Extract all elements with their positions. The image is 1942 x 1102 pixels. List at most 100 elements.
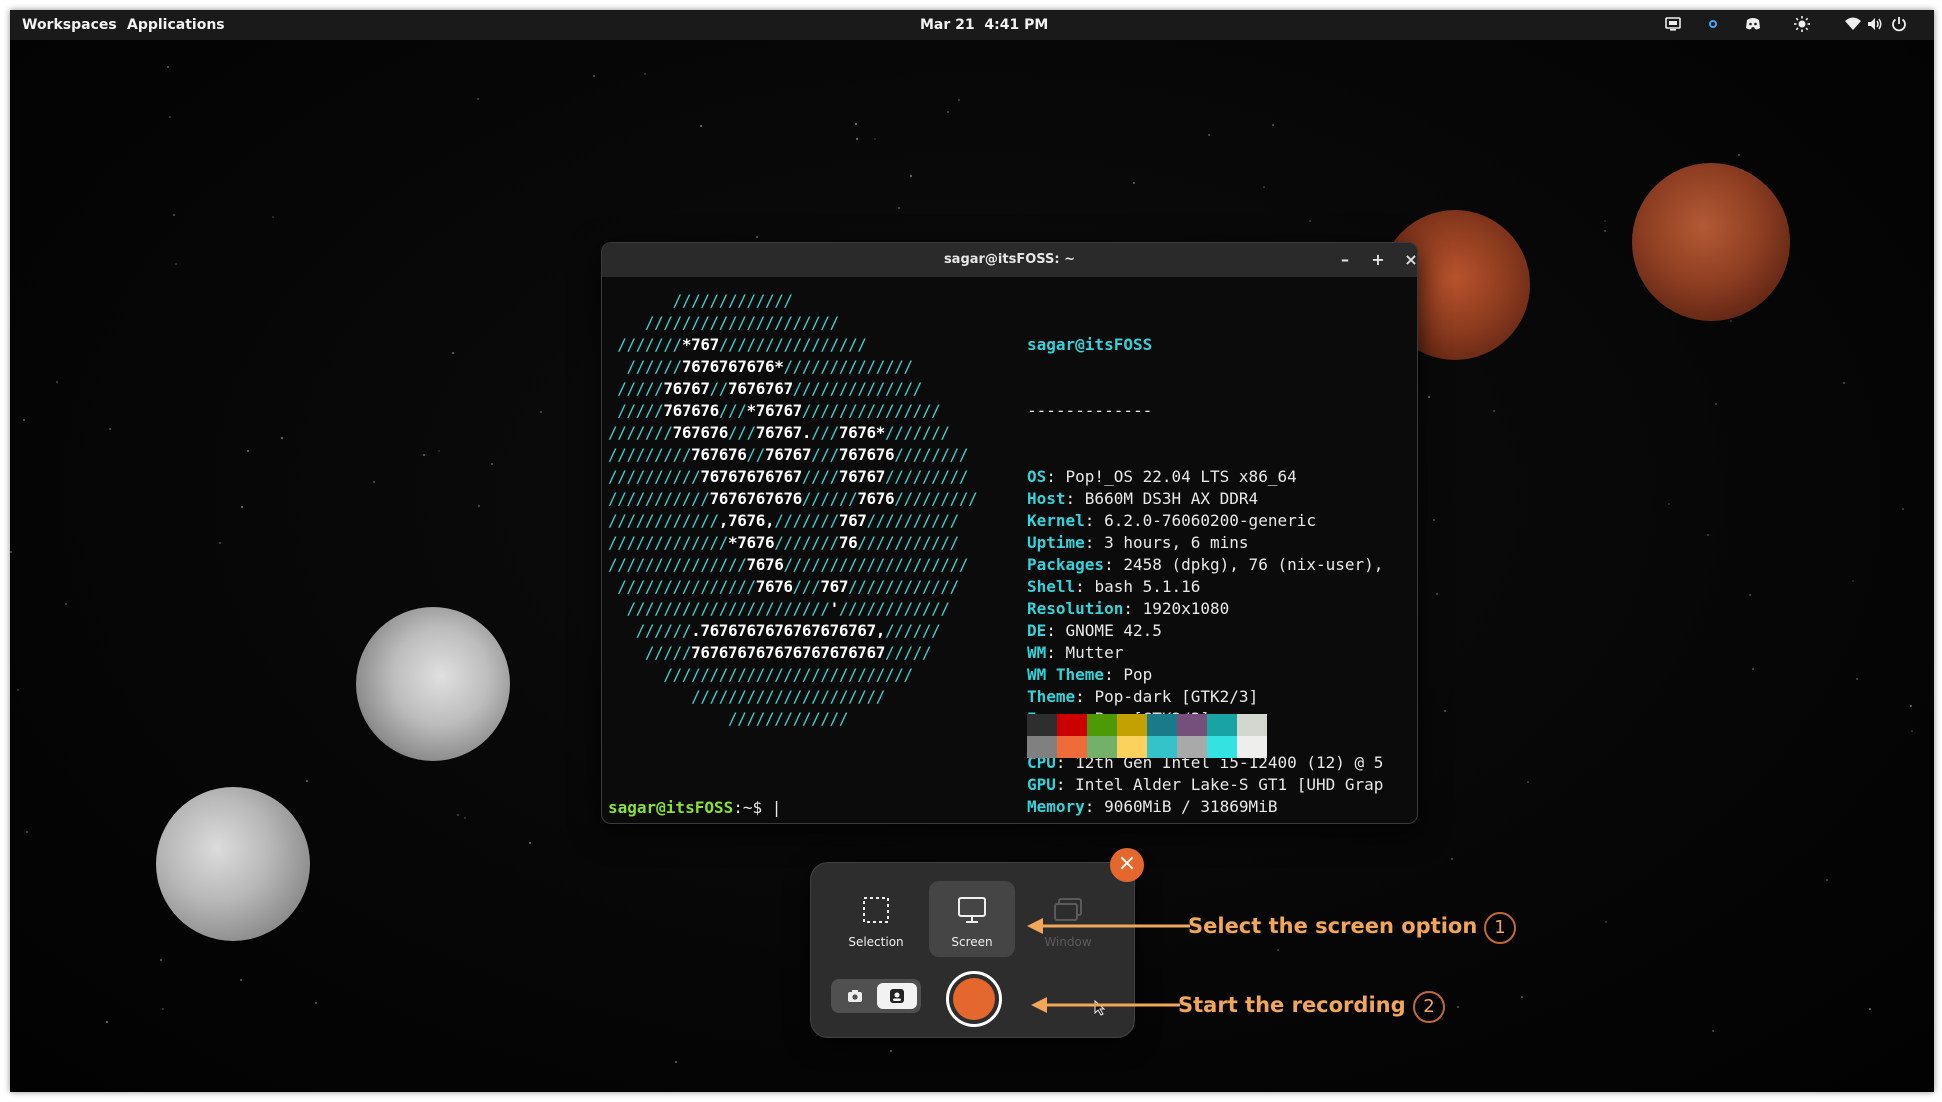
star [1493,410,1495,412]
ascii-logo-line: ///////*767//////////////// [608,335,867,354]
ascii-logo-line: /////////////*7676///////76/////////// [608,533,959,552]
capture-mode-toggle[interactable] [831,979,921,1013]
record-dot [953,978,995,1020]
palette-swatch [1087,714,1117,736]
ascii-logo-line: ///////////////7676///767//////////// [608,577,959,596]
star [1749,594,1751,596]
wifi-icon[interactable] [1844,15,1862,33]
terminal-title: sagar@itsFOSS: ~ [943,252,1076,267]
star [890,1050,892,1052]
star [1605,921,1607,923]
volume-icon[interactable] [1866,15,1884,33]
star [272,216,274,218]
ascii-logo-line: //////////////////////'//////////// [608,599,950,618]
moon-3 [1632,163,1790,321]
star [167,66,169,68]
info-row: GPU: Intel Alder Lake-S GT1 [UHD Grap [1027,775,1384,794]
palette-swatch [1207,714,1237,736]
screen-share-icon[interactable] [1664,15,1682,33]
close-window-button[interactable]: × [1400,249,1417,271]
info-key: Uptime [1027,533,1085,552]
star [675,1061,677,1063]
info-key: Packages [1027,555,1105,574]
star [910,175,912,177]
star [1444,710,1446,712]
star [241,506,243,508]
palette-swatch [1057,736,1087,758]
star [478,505,480,507]
applications-button[interactable]: Applications [127,17,225,33]
info-row: Uptime: 3 hours, 6 mins [1027,533,1249,552]
info-row: Shell: bash 5.1.16 [1027,577,1201,596]
maximize-button[interactable]: + [1367,249,1389,271]
star [491,463,493,465]
neofetch-ascii-logo: ///////////// ///////////////////// ////… [608,290,1008,730]
ascii-logo-line: ///////////////7676//////////////////// [608,555,969,574]
star [1604,230,1606,232]
star [593,75,595,77]
brightness-icon[interactable] [1793,15,1811,33]
star [1910,705,1912,707]
palette-swatch [1177,736,1207,758]
info-row: WM: Mutter [1027,643,1124,662]
screenshot-mode-button[interactable] [835,983,875,1009]
palette-swatch [1237,714,1267,736]
star [1428,396,1430,398]
star [306,780,308,782]
desktop: Workspaces Applications Mar 21 4:41 PM s… [10,10,1934,1092]
app-indicator-icon[interactable] [1704,15,1722,33]
star [1852,580,1854,582]
ascii-logo-line: ///////////////////// [608,313,839,332]
star [162,1008,164,1010]
screen-option[interactable]: Screen [929,881,1015,957]
info-row: Host: B660M DS3H AX DDR4 [1027,489,1259,508]
palette-swatch [1147,736,1177,758]
info-row: Kernel: 6.2.0-76060200-generic [1027,511,1316,530]
palette-swatch [1117,714,1147,736]
info-value: Mutter [1065,643,1124,662]
star [1826,879,1828,881]
minimize-button[interactable]: – [1334,249,1356,271]
discord-icon[interactable] [1744,15,1762,33]
star [1457,1006,1459,1008]
info-key: Host [1027,489,1066,508]
info-key: Memory [1027,797,1085,816]
star [315,1002,317,1004]
prompt-path: :~$ [733,798,763,817]
info-value: 6.2.0-76060200-generic [1104,511,1316,530]
selection-icon [863,897,889,923]
ascii-logo-line: /////767676767676767676767///// [608,643,932,662]
star [1521,996,1523,998]
close-panel-button[interactable]: × [1110,848,1144,882]
terminal-window[interactable]: sagar@itsFOSS: ~ – + × ///////////// ///… [601,242,1418,824]
ascii-logo-line: ///////////// [608,291,793,310]
record-button[interactable] [946,971,1002,1027]
palette-swatch [1057,714,1087,736]
star [219,542,221,544]
ascii-logo-line: /////767676///*76767/////////////// [608,401,941,420]
star [529,842,531,844]
clock[interactable]: Mar 21 4:41 PM [920,17,1048,33]
star [452,352,454,354]
selection-option[interactable]: Selection [833,881,919,957]
star [1911,730,1913,732]
ascii-logo-line: /////////767676//76767///767676//////// [608,445,969,464]
shell-prompt[interactable]: sagar@itsFOSS:~$ | [608,798,781,817]
terminal-titlebar[interactable]: sagar@itsFOSS: ~ – + × [602,243,1417,277]
star [1707,534,1709,536]
info-row: OS: Pop!_OS 22.04 LTS x86_64 [1027,467,1297,486]
power-icon[interactable] [1890,15,1908,33]
star [464,817,466,819]
screencast-mode-button[interactable] [877,983,917,1009]
star [23,419,25,421]
user-host-label: sagar@itsFOSS [1027,335,1153,354]
star [173,214,175,216]
annotation-arrows [1027,918,1190,1013]
star [947,111,949,113]
star [1715,403,1717,405]
star [423,454,425,456]
star [1263,186,1265,188]
workspaces-button[interactable]: Workspaces [22,17,117,33]
star [1309,220,1311,222]
star [438,450,440,452]
